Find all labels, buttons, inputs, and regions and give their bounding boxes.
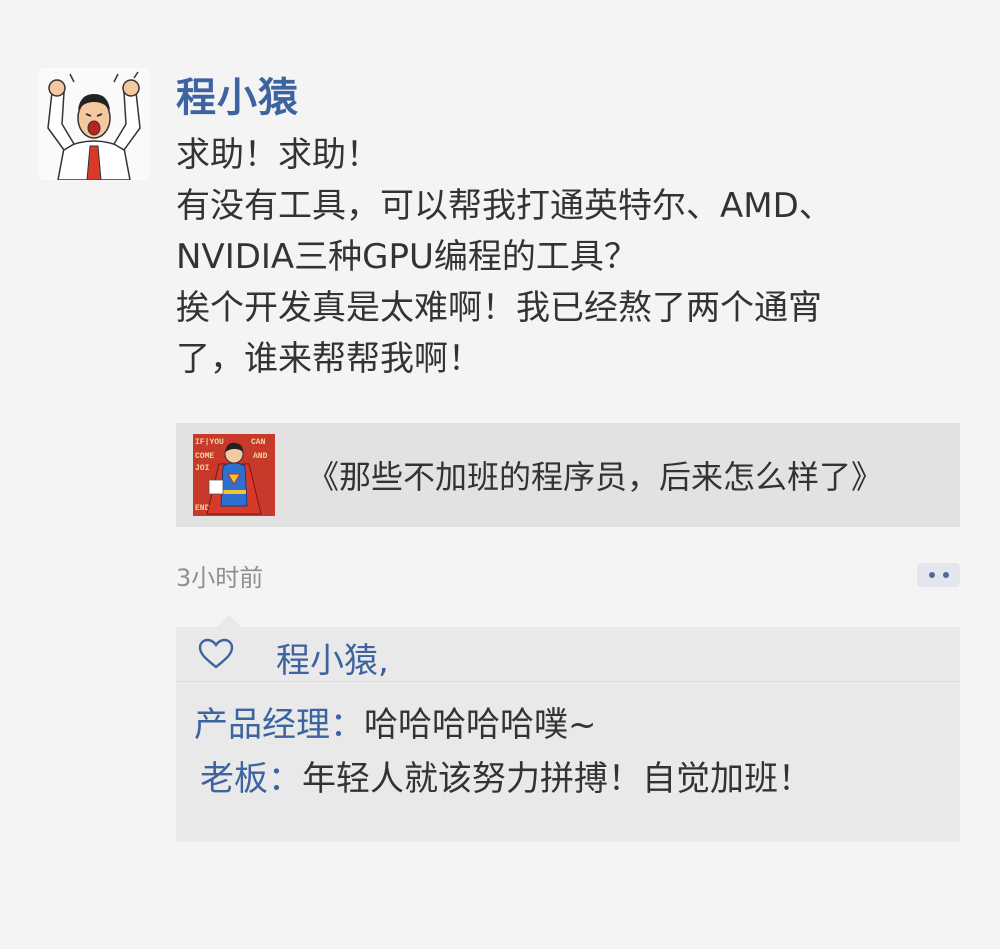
svg-text:JOI: JOI [195,464,210,473]
heart-icon [198,638,234,669]
svg-text:CAN: CAN [251,438,266,447]
comment-item[interactable]: 产品经理：哈哈哈哈哈噗~ [176,698,960,752]
superhero-icon: IF|YOU CAN COME JOI AND END [193,434,275,516]
post-line: 了，谁来帮帮我啊！ [176,339,482,379]
svg-text:IF|YOU: IF|YOU [195,438,224,447]
post-line: 挨个开发真是太难啊！我已经熬了两个通宵 [176,288,822,328]
dot-icon [942,572,949,578]
comment-author[interactable]: 产品经理 [194,705,330,745]
comment-list: 产品经理：哈哈哈哈哈噗~ 老板：年轻人就该努力拼搏！自觉加班！ [176,682,960,806]
more-options-button[interactable] [917,563,960,587]
avatar[interactable] [38,68,150,180]
comment-item[interactable]: 老板：年轻人就该努力拼搏！自觉加班！ [176,752,960,806]
comment-text: 年轻人就该努力拼搏！自觉加班！ [302,759,812,799]
post-line: NVIDIA三种GPU编程的工具？ [176,237,638,277]
panel-caret [217,615,241,627]
likes-row: 程小猿, [176,627,960,682]
post-line: 求助！求助！ [176,135,380,175]
svg-text:COME: COME [195,452,214,461]
post-content: 程小猿 求助！求助！ 有没有工具，可以帮我打通英特尔、AMD、 NVIDIA三种… [176,70,966,385]
post-timestamp: 3小时前 [176,564,264,592]
dot-icon [928,572,935,578]
cheering-man-icon [38,68,150,180]
svg-text:AND: AND [253,452,268,461]
liker-name[interactable]: 程小猿, [276,633,389,682]
shared-article-card[interactable]: IF|YOU CAN COME JOI AND END 《那些不加班的程序员，后… [176,423,960,527]
comment-colon: ： [330,705,364,745]
comment-text: 哈哈哈哈哈噗~ [364,705,597,745]
article-thumbnail: IF|YOU CAN COME JOI AND END [193,434,275,516]
post-line: 有没有工具，可以帮我打通英特尔、AMD、 [176,186,833,226]
post-author-name[interactable]: 程小猿 [176,70,966,126]
article-title: 《那些不加班的程序员，后来怎么样了》 [307,458,884,496]
interaction-panel: 程小猿, 产品经理：哈哈哈哈哈噗~ 老板：年轻人就该努力拼搏！自觉加班！ [176,615,960,842]
comment-author[interactable]: 老板 [200,759,268,799]
comment-colon: ： [268,759,302,799]
post-text: 求助！求助！ 有没有工具，可以帮我打通英特尔、AMD、 NVIDIA三种GPU编… [176,130,966,385]
